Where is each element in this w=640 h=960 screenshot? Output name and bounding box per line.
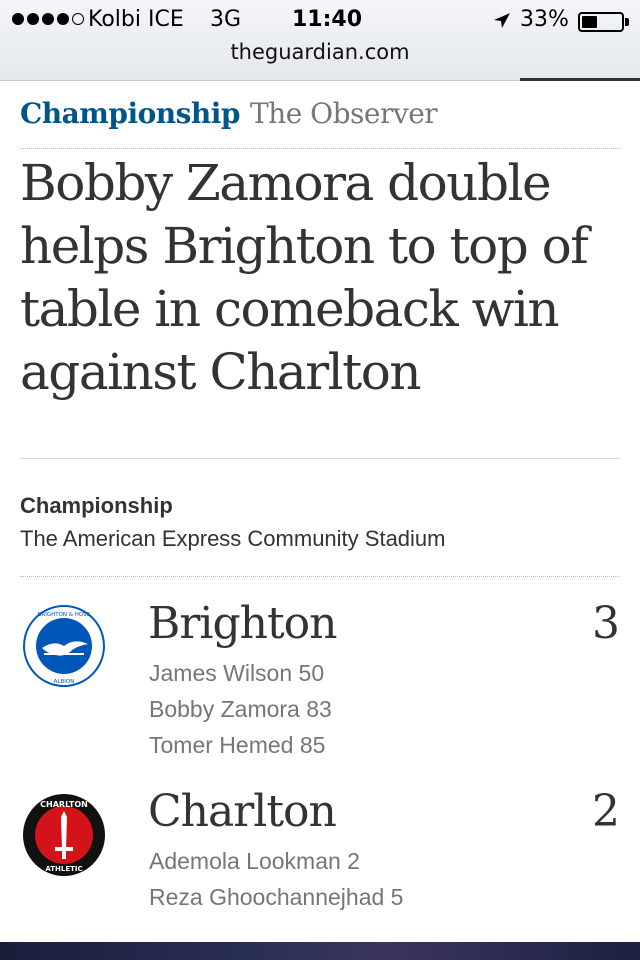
away-team-name: Charlton (148, 786, 337, 837)
article-kicker: Championship The Observer (20, 97, 438, 130)
section-link[interactable]: Championship (20, 97, 241, 130)
battery-tip (625, 18, 629, 26)
series-link[interactable]: The Observer (250, 97, 438, 130)
scorer-item: James Wilson 50 (149, 660, 325, 686)
battery-percentage: 33% (520, 7, 569, 32)
charlton-crest-bottom-text: ATHLETIC (45, 865, 82, 873)
brighton-crest-icon: BRIGHTON & HOVE ALBION (23, 605, 105, 687)
page-load-progress (520, 78, 640, 81)
status-bar: Kolbi ICE 3G 11:40 33% (0, 6, 640, 38)
match-venue: The American Express Community Stadium (20, 526, 446, 551)
divider (20, 458, 620, 459)
away-scorers-list: Ademola Lookman 2 Reza Ghoochannejhad 5 (149, 843, 403, 915)
url-bar[interactable]: theguardian.com (0, 40, 640, 64)
brighton-crest-bottom-text: ALBION (54, 679, 75, 685)
battery-icon (578, 12, 624, 32)
article-headline: Bobby Zamora double helps Brighton to to… (20, 154, 589, 401)
signal-strength-icon (12, 13, 84, 25)
charlton-crest-icon: CHARLTON ATHLETIC (23, 794, 105, 876)
network-type: 3G (210, 7, 242, 32)
match-competition: Championship (20, 493, 173, 518)
home-team-name: Brighton (148, 598, 337, 649)
home-scorers-list: James Wilson 50 Bobby Zamora 83 Tomer He… (149, 655, 332, 763)
divider (20, 148, 620, 149)
article-photo (0, 942, 640, 960)
status-time: 11:40 (292, 7, 363, 32)
scorer-item: Tomer Hemed 85 (149, 732, 326, 758)
scorer-item: Reza Ghoochannejhad 5 (149, 884, 404, 910)
charlton-crest-top-text: CHARLTON (40, 800, 88, 809)
location-arrow-icon (494, 13, 510, 28)
divider (20, 576, 620, 577)
browser-top-bar: Kolbi ICE 3G 11:40 33% theguardian.com (0, 0, 640, 81)
scorer-item: Bobby Zamora 83 (149, 696, 332, 722)
carrier-name: Kolbi ICE (88, 7, 184, 32)
brighton-crest-top-text: BRIGHTON & HOVE (38, 612, 91, 618)
away-team-score: 2 (592, 786, 620, 837)
scorer-item: Ademola Lookman 2 (149, 848, 360, 874)
home-team-score: 3 (592, 598, 620, 649)
